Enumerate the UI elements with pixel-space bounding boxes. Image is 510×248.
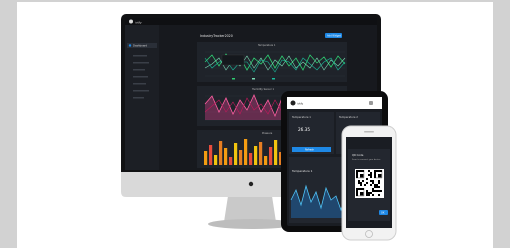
tablet-refresh-button-label: Refresh <box>305 149 315 152</box>
qr-module <box>368 174 370 176</box>
qr-finder-pattern <box>360 174 364 178</box>
qr-module <box>366 182 368 184</box>
qr-module <box>374 190 376 192</box>
chart-pressure-bar <box>274 140 278 165</box>
chart-pressure-bar <box>254 146 258 165</box>
qr-module <box>368 194 370 196</box>
chart-pressure-bar <box>249 153 253 165</box>
qr-module <box>380 190 382 192</box>
qr-module <box>358 180 360 182</box>
qr-module <box>364 184 366 186</box>
qr-module <box>368 192 370 194</box>
phone-qr-title: QR Code <box>352 153 364 157</box>
qr-module <box>360 184 362 186</box>
qr-module <box>374 184 376 186</box>
qr-module <box>374 186 376 188</box>
chart-pressure-bar <box>269 147 273 165</box>
chart-pressure-title: Pressure <box>262 132 273 135</box>
chart-pressure-bar <box>229 157 233 165</box>
phone-ok-button-label: OK <box>381 212 385 215</box>
qr-module <box>366 190 368 192</box>
qr-module <box>362 180 364 182</box>
monitor-logo-icon <box>248 181 254 187</box>
tablet-card1-value: 26.35 <box>298 127 310 132</box>
phone-speaker <box>364 131 374 133</box>
qr-module <box>372 182 374 184</box>
dashboard-icon <box>128 44 132 47</box>
chart-pressure-bar <box>234 143 238 165</box>
qr-module <box>378 182 380 184</box>
phone-qr-subtitle: Scan to connect your device <box>352 158 381 161</box>
qr-module <box>370 174 372 176</box>
qr-module <box>366 194 368 196</box>
chart-pressure-bar <box>244 139 248 165</box>
qr-module <box>372 194 374 196</box>
qr-module <box>376 186 378 188</box>
tablet-card3-title: Temperature 1 <box>291 169 313 173</box>
qr-finder-pattern <box>360 192 364 196</box>
qr-module <box>372 180 374 182</box>
phone-device: QR Code Scan to connect your device OK <box>341 125 397 241</box>
qr-module <box>358 182 360 184</box>
qr-module <box>370 172 372 174</box>
qr-finder-pattern <box>378 174 382 178</box>
qr-module <box>366 178 368 180</box>
qr-module <box>366 192 368 194</box>
qr-module <box>376 190 378 192</box>
qr-module <box>370 192 372 194</box>
chart-pressure-bar <box>214 155 218 165</box>
tablet-card1-title: Temperature 1 <box>292 115 311 119</box>
qr-module <box>372 188 374 190</box>
add-widget-button-label: Add Widget <box>327 35 341 38</box>
chart-pressure-bar <box>219 141 223 165</box>
chart-pressure-bar <box>204 151 208 165</box>
qr-module <box>368 170 370 172</box>
qr-module <box>378 180 380 182</box>
desktop-app-name: iotfy <box>135 21 142 25</box>
qr-module <box>378 190 380 192</box>
chart-pressure-bar <box>264 156 268 165</box>
desktop-page-title: IndustryTracker2020 <box>200 34 233 38</box>
chart-humidity-title: Humidity Sensor 1 <box>252 88 275 91</box>
chart-temperature-title: Temperature 1 <box>258 44 276 47</box>
tablet-card2-title: Temperature 2 <box>339 115 358 119</box>
desktop-logo-icon <box>129 19 133 24</box>
qr-module <box>370 180 372 182</box>
qr-module <box>372 190 374 192</box>
desktop-topbar <box>125 18 377 25</box>
qr-module <box>370 184 372 186</box>
qr-module <box>378 194 380 196</box>
sidebar-item-dashboard-label: Dashboard <box>133 44 147 48</box>
chart-pressure-bar <box>239 150 243 165</box>
devices-scene: iotfy Dashboard IndustryTracker2020 Add … <box>121 14 397 241</box>
tablet-logo-icon <box>290 100 296 106</box>
qr-module <box>360 182 362 184</box>
qr-module <box>376 184 378 186</box>
qr-module <box>370 176 372 178</box>
tablet-app-name: iotfy <box>297 102 304 106</box>
chart-temperature-tooltip <box>221 54 245 66</box>
chart-pressure-bar <box>259 142 263 165</box>
tablet-menu-icon[interactable] <box>369 101 373 105</box>
qr-module <box>378 186 380 188</box>
chart-pressure-bar <box>224 148 228 165</box>
chart-pressure-bar <box>209 145 213 165</box>
monitor-stand-neck <box>224 196 276 222</box>
